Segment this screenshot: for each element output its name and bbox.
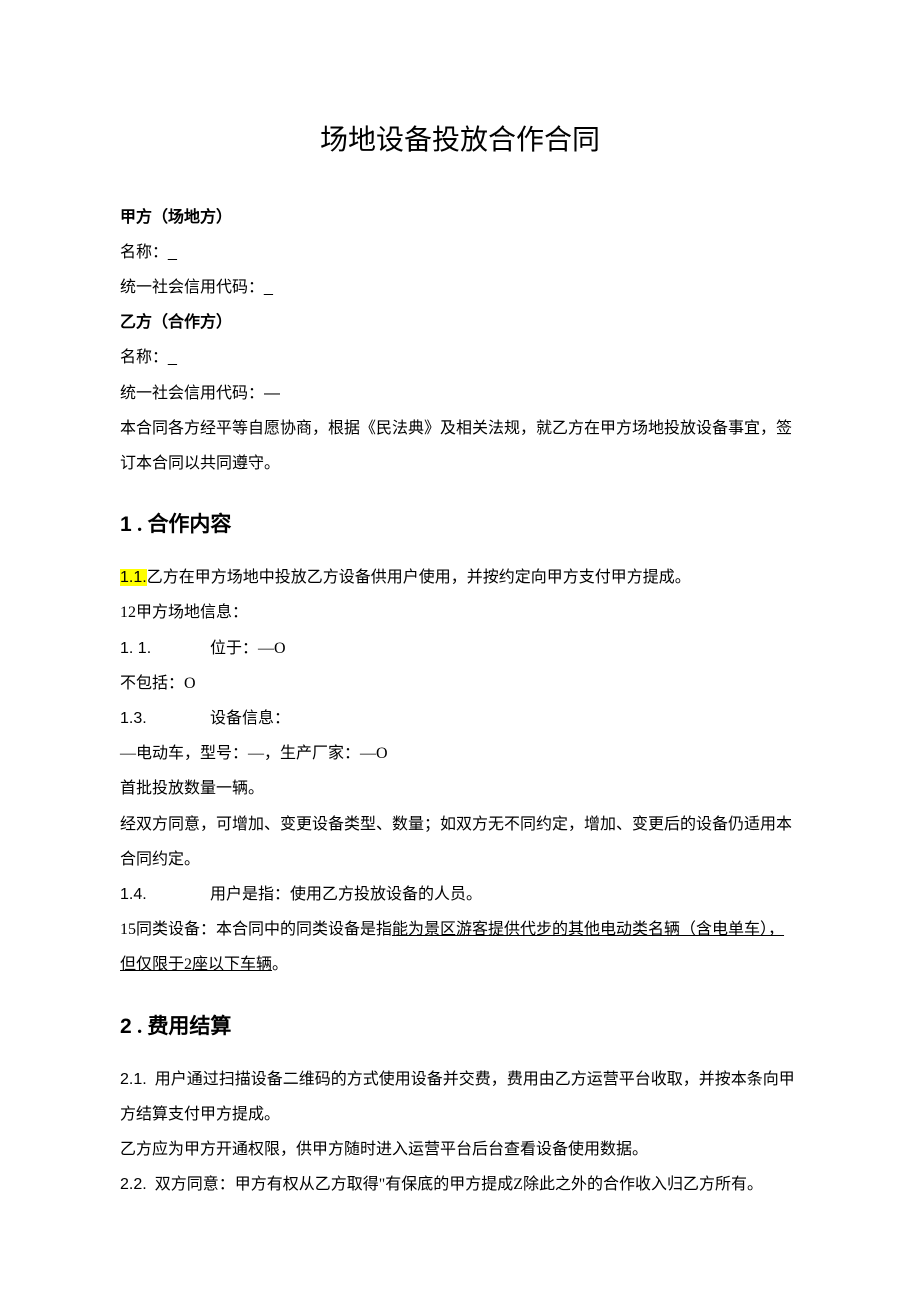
party-a-name-label: 名称： xyxy=(120,244,168,261)
party-b-code-label: 统一社会信用代码： xyxy=(120,385,264,402)
party-b-name-label: 名称： xyxy=(120,349,168,366)
clause-1-1b-text: 位于：—O xyxy=(210,640,286,657)
section-1-num: 1 xyxy=(120,513,132,536)
party-b-name-line: 名称：_ xyxy=(120,340,800,375)
clause-15-prefix: 15同类设备：本合同中的同类设备是指 xyxy=(120,921,392,938)
clause-1-1-num-highlight: 1.1. xyxy=(120,569,147,586)
clause-1-4-num: 1.4. xyxy=(120,877,210,912)
party-a-code-line: 统一社会信用代码：_ xyxy=(120,270,800,305)
clause-1-1b: 1. 1.位于：—O xyxy=(120,631,800,666)
change-line: 经双方同意，可增加、变更设备类型、数量；如双方无不同约定，增加、变更后的设备仍适… xyxy=(120,807,800,877)
clause-2-2-num: 2.2. xyxy=(120,1176,147,1193)
clause-12: 12甲方场地信息： xyxy=(120,595,800,630)
party-b-code-blank: — xyxy=(264,385,280,402)
preamble-text: 本合同各方经平等自愿协商，根据《民法典》及相关法规，就乙方在甲方场地投放设备事宜… xyxy=(120,411,800,481)
exclude-line: 不包括：O xyxy=(120,666,800,701)
clause-1-1: 1.1.乙方在甲方场地中投放乙方设备供用户使用，并按约定向甲方支付甲方提成。 xyxy=(120,560,800,595)
clause-2-2-text: 双方同意：甲方有权从乙方取得"有保底的甲方提成Z除此之外的合作收入归乙方所有。 xyxy=(155,1176,763,1193)
section-2-title: 费用结算 xyxy=(147,1014,231,1038)
clause-1-3-num: 1.3. xyxy=(120,701,210,736)
party-a-code-blank: _ xyxy=(264,279,273,296)
clause-1-3-text: 设备信息： xyxy=(210,710,290,727)
clause-2-2: 2.2. 双方同意：甲方有权从乙方取得"有保底的甲方提成Z除此之外的合作收入归乙… xyxy=(120,1167,800,1202)
clause-1-4: 1.4.用户是指：使用乙方投放设备的人员。 xyxy=(120,877,800,912)
party-a-name-blank: _ xyxy=(168,244,177,261)
party-a-header: 甲方（场地方） xyxy=(120,200,800,235)
section-2-dot: . xyxy=(132,1014,143,1038)
section-2-heading: 2 . 费用结算 xyxy=(120,1003,800,1050)
party-b-code-line: 统一社会信用代码：— xyxy=(120,376,800,411)
document-page: 场地设备投放合作合同 甲方（场地方） 名称：_ 统一社会信用代码：_ 乙方（合作… xyxy=(0,0,920,1301)
clause-2-1: 2.1. 用户通过扫描设备二维码的方式使用设备并交费，费用由乙方运营平台收取，并… xyxy=(120,1062,800,1132)
clause-2-1-num: 2.1. xyxy=(120,1071,147,1088)
section-1-dot: . xyxy=(132,512,143,536)
clause-2-1-text: 用户通过扫描设备二维码的方式使用设备并交费，费用由乙方运营平台收取，并按本条向甲… xyxy=(120,1071,795,1123)
section-2-num: 2 xyxy=(120,1015,132,1038)
document-title: 场地设备投放合作合同 xyxy=(120,110,800,172)
clause-1-4-text: 用户是指：使用乙方投放设备的人员。 xyxy=(210,886,482,903)
party-b-header: 乙方（合作方） xyxy=(120,305,800,340)
clause-2-1b: 乙方应为甲方开通权限，供甲方随时进入运营平台后台查看设备使用数据。 xyxy=(120,1132,800,1167)
batch-line: 首批投放数量一辆。 xyxy=(120,771,800,806)
party-b-name-blank: _ xyxy=(168,349,177,366)
party-a-code-label: 统一社会信用代码： xyxy=(120,279,264,296)
clause-1-3: 1.3.设备信息： xyxy=(120,701,800,736)
clause-15-suffix: 。 xyxy=(272,956,288,973)
party-a-name-line: 名称：_ xyxy=(120,235,800,270)
vehicle-line: —电动车，型号：—，生产厂家：—O xyxy=(120,736,800,771)
section-1-title: 合作内容 xyxy=(147,512,231,536)
clause-1-1b-num: 1. 1. xyxy=(120,631,210,666)
clause-15: 15同类设备：本合同中的同类设备是指能为景区游客提供代步的其他电动类名辆（含电单… xyxy=(120,912,800,982)
section-1-heading: 1 . 合作内容 xyxy=(120,501,800,548)
clause-1-1-text: 乙方在甲方场地中投放乙方设备供用户使用，并按约定向甲方支付甲方提成。 xyxy=(147,569,691,586)
